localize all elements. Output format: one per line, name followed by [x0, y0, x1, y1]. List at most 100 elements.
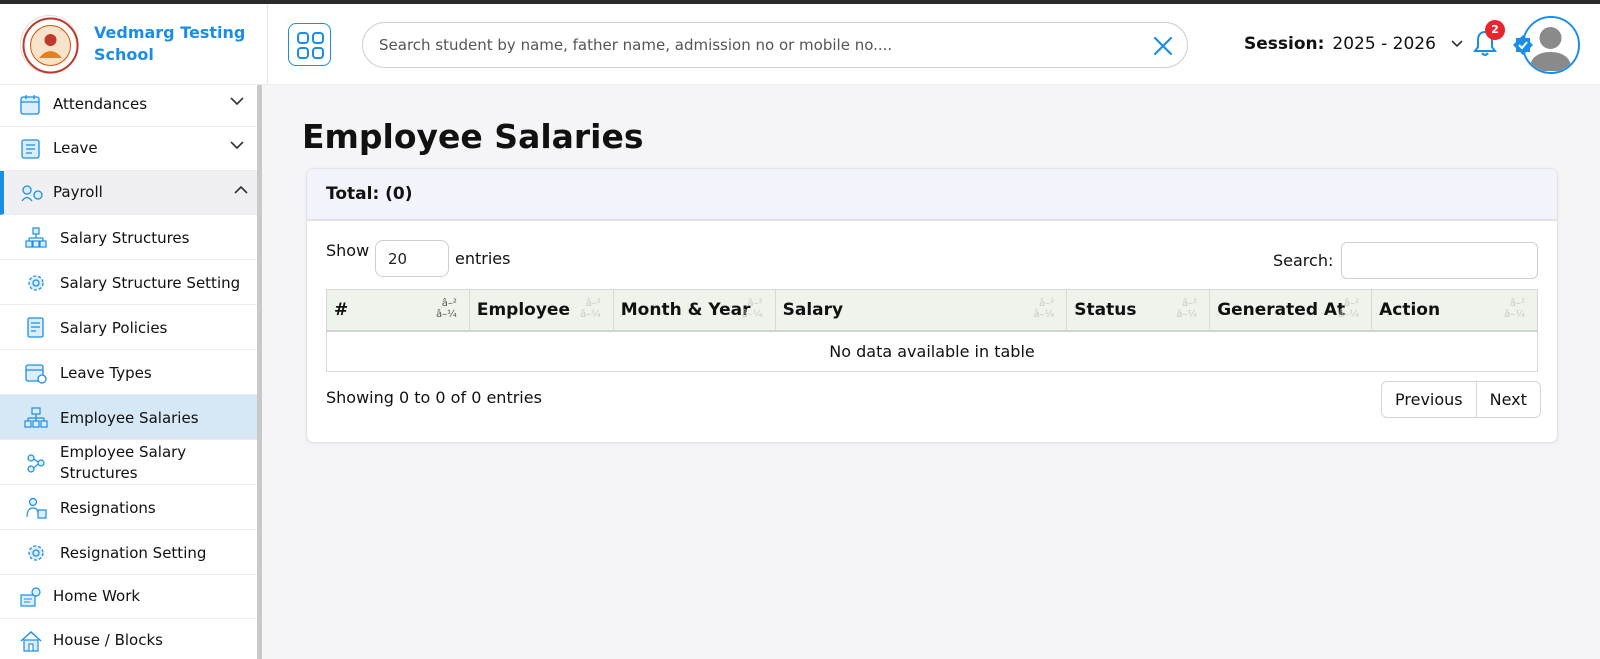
brand[interactable]: Vedmarg Testing School	[0, 4, 268, 85]
calendar-gear-icon	[25, 364, 47, 384]
column-header-status[interactable]: Status â–² â–¼	[1066, 289, 1211, 332]
apps-grid-icon	[297, 32, 324, 59]
session-label: Session:	[1244, 34, 1325, 54]
sort-icon: â–² â–¼	[1504, 298, 1525, 320]
sidebar-item-label: Leave	[53, 139, 98, 157]
sidebar-item-label: Home Work	[53, 587, 141, 605]
sidebar-item-attendances[interactable]: Attendances	[0, 85, 257, 127]
house-icon	[20, 631, 42, 652]
column-header-generated-at[interactable]: Generated At â–² â–¼	[1209, 289, 1373, 332]
column-header-action[interactable]: Action â–² â–¼	[1371, 289, 1538, 332]
sidebar-subitem-label: Resignations	[60, 499, 156, 517]
document-icon	[21, 139, 40, 159]
payroll-icon	[21, 185, 43, 202]
sort-glyph-top: â–²	[1039, 298, 1055, 309]
global-search	[362, 22, 1188, 68]
gear-icon	[28, 545, 44, 561]
total-count: Total: (0)	[326, 184, 413, 204]
column-header-employee[interactable]: Employee â–² â–¼	[468, 289, 614, 332]
sort-glyph-bottom: â–¼	[436, 309, 457, 320]
table-row: No data available in table	[326, 330, 1538, 372]
homework-icon	[20, 587, 41, 607]
show-label: Show	[326, 241, 370, 260]
org-chart-icon	[24, 407, 48, 428]
column-header-label: Salary	[782, 299, 844, 320]
session-selector[interactable]: Session: 2025 - 2026	[1244, 34, 1463, 54]
column-header-label: Action	[1379, 299, 1441, 320]
resignation-icon	[26, 497, 47, 519]
sort-glyph-top: â–²	[1182, 298, 1198, 309]
sidebar-subitem-salary-structure-setting[interactable]: Salary Structure Setting	[0, 260, 257, 305]
sidebar-subitem-label: Employee Salary Structures	[60, 443, 187, 482]
sidebar-item-label: Attendances	[53, 95, 148, 113]
sidebar-subitem-salary-policies[interactable]: Salary Policies	[0, 305, 257, 350]
apps-grid-button[interactable]	[288, 23, 331, 66]
sidebar-subitem-label: Salary Policies	[60, 319, 168, 337]
sort-icon: â–² â–¼	[436, 298, 457, 320]
column-header-number[interactable]: # â–² â–¼	[326, 289, 470, 332]
global-search-input[interactable]	[379, 31, 1139, 59]
column-header-label: Generated At	[1217, 299, 1346, 320]
column-header-label: Employee	[476, 299, 570, 320]
sort-glyph-top: â–²	[585, 298, 601, 309]
chevron-down-icon	[1451, 40, 1463, 48]
entries-label: entries	[455, 249, 511, 268]
sidebar-subitem-resignations[interactable]: Resignations	[0, 485, 257, 530]
chevron-up-icon	[234, 185, 248, 194]
structure-icon	[27, 454, 45, 473]
sort-glyph-bottom: â–¼	[1338, 309, 1360, 320]
notification-count-badge: 2	[1485, 20, 1505, 40]
column-header-label: Month & Year	[620, 299, 751, 320]
table-header-row: # â–² â–¼ Employee â–² â–¼ Month & Year â–² â–…	[326, 289, 1538, 332]
card-header: Total: (0)	[307, 169, 1557, 221]
previous-button[interactable]: Previous	[1382, 382, 1476, 417]
page-size-input[interactable]	[375, 240, 449, 277]
close-icon[interactable]	[1151, 34, 1175, 58]
sort-glyph-top: â–²	[441, 298, 457, 309]
sidebar-subitem-label: Salary Structure Setting	[60, 274, 241, 292]
sidebar-subitem-label: Salary Structures	[60, 229, 190, 247]
sidebar-item-home-work[interactable]: Home Work	[0, 575, 257, 619]
chevron-down-icon	[230, 141, 244, 150]
sidebar-subitem-salary-structures[interactable]: Salary Structures	[0, 215, 257, 260]
sort-icon: â–² â–¼	[580, 298, 601, 320]
sidebar-subitem-label: Resignation Setting	[60, 544, 207, 562]
next-button[interactable]: Next	[1475, 382, 1540, 417]
table-search-input[interactable]	[1341, 242, 1538, 279]
sidebar-subitem-employee-salary-structures[interactable]: Employee Salary Structures	[0, 440, 257, 485]
table-info: Showing 0 to 0 of 0 entries	[326, 388, 542, 407]
empty-table-message: No data available in table	[326, 330, 1538, 372]
chevron-down-icon	[230, 97, 244, 106]
column-header-label: Status	[1074, 299, 1137, 320]
policy-icon	[27, 317, 44, 338]
hierarchy-icon	[25, 227, 47, 248]
salaries-table: # â–² â–¼ Employee â–² â–¼ Month & Year â–² â–…	[326, 289, 1538, 372]
sidebar-subitem-leave-types[interactable]: Leave Types	[0, 350, 257, 395]
calendar-icon	[20, 95, 40, 115]
sidebar-item-leave[interactable]: Leave	[0, 127, 257, 171]
sort-glyph-bottom: â–¼	[579, 309, 601, 320]
sidebar-subitem-resignation-setting[interactable]: Resignation Setting	[0, 530, 257, 575]
sort-icon: â–² â–¼	[742, 298, 763, 320]
sidebar-subitem-label: Leave Types	[60, 364, 152, 382]
top-header: Vedmarg Testing School Session: 2025 - 20…	[0, 4, 1600, 85]
sidebar-item-label: Payroll	[53, 183, 103, 201]
sort-icon: â–² â–¼	[1176, 298, 1197, 320]
sort-glyph-top: â–²	[1509, 298, 1525, 309]
page-title: Employee Salaries	[302, 117, 644, 156]
school-name: Vedmarg Testing School	[94, 23, 246, 64]
column-header-month-year[interactable]: Month & Year â–² â–¼	[612, 289, 776, 332]
salaries-card: Total: (0) Show entries Search: #â–²â–¼ …	[306, 168, 1558, 443]
sort-icon: â–² â–¼	[1033, 298, 1054, 320]
verified-badge-icon	[1513, 35, 1533, 55]
sort-glyph-bottom: â–¼	[1033, 309, 1055, 320]
sort-glyph-top: â–²	[747, 298, 763, 309]
sidebar-item-payroll[interactable]: Payroll	[0, 171, 257, 215]
sidebar-subitem-employee-salaries[interactable]: Employee Salaries	[0, 395, 257, 440]
column-header-label: #	[334, 299, 349, 320]
sidebar: Attendances Leave Payroll Salary Structu…	[0, 85, 262, 659]
column-header-salary[interactable]: Salary â–² â–¼	[774, 289, 1068, 332]
sidebar-subitem-label: Employee Salaries	[60, 409, 199, 427]
sidebar-item-house-blocks[interactable]: House / Blocks	[0, 619, 257, 659]
sort-glyph-bottom: â–¼	[741, 309, 763, 320]
